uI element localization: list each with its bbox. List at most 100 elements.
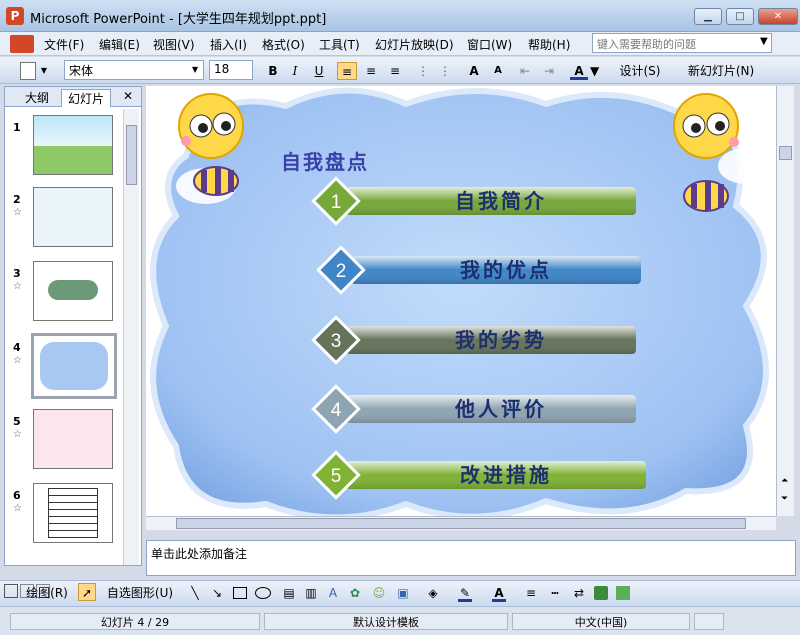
arrow-icon[interactable]: ↘: [210, 584, 224, 602]
previous-slide-icon[interactable]: ⏶: [781, 476, 788, 486]
slide-thumbnail[interactable]: [33, 483, 113, 543]
scroll-thumb[interactable]: [176, 518, 746, 529]
chevron-down-icon[interactable]: ▼: [590, 62, 599, 80]
menu-help[interactable]: 帮助(H): [528, 36, 570, 53]
slide-graphic: 自我盘点 1 自我简介 2 我的优点 3 我的劣势 4 他人评价 5 改进措施: [150, 87, 774, 516]
drawing-toolbar: 绘图(R) ➚ 自选图形(U) ╲ ↘ ▤ ▥ A ✿ ☺ ▣ ◈ ✎ A ≡ …: [0, 580, 800, 605]
tab-outline[interactable]: 大纲: [19, 89, 55, 107]
slide-number: 1: [13, 121, 21, 134]
agenda-number: 2: [336, 261, 347, 282]
textbox-icon[interactable]: ▤: [282, 584, 296, 602]
agenda-label: 我的优点: [460, 258, 552, 282]
view-normal-icon[interactable]: [4, 584, 18, 598]
slide-number: 6: [13, 489, 21, 502]
menu-view[interactable]: 视图(V): [153, 36, 195, 53]
slide-number: 4: [13, 341, 21, 354]
language-status: 中文(中国): [512, 613, 690, 630]
font-color-icon[interactable]: A: [492, 584, 506, 602]
star-icon: ☆: [13, 503, 22, 514]
agenda-number: 4: [331, 400, 342, 421]
agenda-number: 5: [331, 466, 342, 487]
shadow-style-icon[interactable]: [594, 586, 608, 600]
autoshapes-button[interactable]: 自选图形(U): [104, 584, 176, 602]
status-spacer: [694, 613, 724, 630]
template-status: 默认设计模板: [264, 613, 508, 630]
align-right-icon[interactable]: ≡: [385, 62, 405, 80]
dash-style-icon[interactable]: ┅: [548, 584, 562, 602]
font-name-select[interactable]: 宋体: [64, 60, 204, 80]
menu-window[interactable]: 窗口(W): [467, 36, 512, 53]
panel-scrollbar[interactable]: [123, 109, 139, 565]
close-icon[interactable]: ✕: [123, 89, 133, 103]
arrow-style-icon[interactable]: ⇄: [572, 584, 586, 602]
decrease-font-icon[interactable]: A: [488, 62, 508, 80]
slide-thumbnail[interactable]: [33, 409, 113, 469]
slide-heading: 自我盘点: [281, 150, 369, 174]
numbered-list-icon[interactable]: ⋮: [414, 62, 432, 80]
align-left-icon[interactable]: ≡: [337, 62, 357, 80]
document-icon[interactable]: [10, 35, 34, 53]
italic-button[interactable]: I: [286, 62, 304, 80]
menu-file[interactable]: 文件(F): [44, 36, 84, 53]
chevron-down-icon[interactable]: ▼: [760, 36, 768, 47]
notes-pane[interactable]: 单击此处添加备注: [146, 540, 796, 576]
draw-menu-button[interactable]: 绘图(R): [20, 584, 74, 602]
slide-number: 3: [13, 267, 21, 280]
minimize-button[interactable]: ▁: [694, 8, 722, 25]
slides-panel: 大纲 幻灯片 ✕ 1 2 ☆ 3 ☆ 4 ☆ 5 ☆ 6 ☆: [4, 86, 142, 566]
menu-insert[interactable]: 插入(I): [210, 36, 247, 53]
clipart-icon[interactable]: ☺: [372, 584, 386, 602]
increase-indent-icon[interactable]: ⇥: [540, 62, 558, 80]
font-color-icon[interactable]: A: [570, 62, 588, 80]
chevron-down-icon[interactable]: ▼: [38, 62, 50, 80]
oval-icon[interactable]: [255, 587, 271, 599]
chevron-down-icon[interactable]: ▼: [192, 61, 204, 79]
design-button[interactable]: 设计(S): [610, 62, 670, 80]
3d-style-icon[interactable]: [616, 586, 630, 600]
slide-thumbnail[interactable]: [33, 261, 113, 321]
vertical-textbox-icon[interactable]: ▥: [304, 584, 318, 602]
underline-button[interactable]: U: [310, 62, 328, 80]
menu-edit[interactable]: 编辑(E): [99, 36, 140, 53]
slide-count-status: 幻灯片 4 / 29: [10, 613, 260, 630]
new-document-icon[interactable]: [20, 62, 36, 80]
diagram-icon[interactable]: ✿: [348, 584, 362, 602]
wordart-icon[interactable]: A: [326, 584, 340, 602]
agenda-label: 他人评价: [454, 397, 547, 421]
cloud-background: [150, 87, 769, 516]
title-bar: P Microsoft PowerPoint - [大学生四年规划ppt.ppt…: [0, 0, 800, 32]
line-color-icon[interactable]: ✎: [458, 584, 472, 602]
line-icon[interactable]: ╲: [188, 584, 202, 602]
bullet-list-icon[interactable]: ⋮: [436, 62, 454, 80]
fill-color-icon[interactable]: ◈: [426, 584, 440, 602]
slide-vertical-scrollbar[interactable]: ⏶ ⏷: [776, 86, 794, 516]
help-search-input[interactable]: 键入需要帮助的问题: [592, 33, 772, 53]
slide-thumbnail[interactable]: [33, 187, 113, 247]
align-center-icon[interactable]: ≡: [361, 62, 381, 80]
star-icon: ☆: [13, 207, 22, 218]
picture-icon[interactable]: ▣: [396, 584, 410, 602]
slide-canvas[interactable]: 自我盘点 1 自我简介 2 我的优点 3 我的劣势 4 他人评价 5 改进措施: [146, 86, 776, 516]
font-size-select[interactable]: 18: [209, 60, 253, 80]
star-icon: ☆: [13, 429, 22, 440]
rectangle-icon[interactable]: [233, 587, 247, 599]
tab-slides[interactable]: 幻灯片: [61, 89, 112, 107]
close-button[interactable]: ✕: [758, 8, 798, 25]
select-pointer-icon[interactable]: ➚: [78, 583, 96, 601]
scroll-thumb[interactable]: [126, 125, 137, 185]
bold-button[interactable]: B: [264, 62, 282, 80]
slide-thumbnail[interactable]: [33, 115, 113, 175]
increase-font-icon[interactable]: A: [464, 62, 484, 80]
slide-horizontal-scrollbar[interactable]: [146, 516, 776, 530]
scroll-thumb[interactable]: [779, 146, 792, 160]
slide-number: 5: [13, 415, 21, 428]
menu-slideshow[interactable]: 幻灯片放映(D): [375, 36, 454, 53]
decrease-indent-icon[interactable]: ⇤: [516, 62, 534, 80]
menu-tools[interactable]: 工具(T): [319, 36, 360, 53]
maximize-button[interactable]: □: [726, 8, 754, 25]
menu-format[interactable]: 格式(O): [262, 36, 305, 53]
next-slide-icon[interactable]: ⏷: [781, 494, 788, 504]
new-slide-button[interactable]: 新幻灯片(N): [676, 62, 766, 80]
slide-thumbnail-selected[interactable]: [31, 333, 117, 399]
line-style-icon[interactable]: ≡: [524, 584, 538, 602]
